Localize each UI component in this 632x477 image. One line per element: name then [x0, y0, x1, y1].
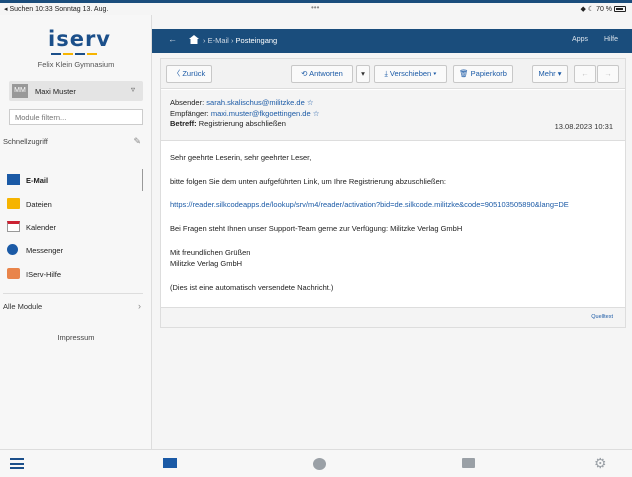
- menu-icon[interactable]: [10, 458, 24, 469]
- battery-icon: [614, 6, 626, 12]
- impressum-link[interactable]: Impressum: [0, 333, 152, 342]
- status-left[interactable]: ◂ Suchen 10:33 Sonntag 13. Aug.: [4, 5, 108, 13]
- mail-icon: [7, 174, 20, 185]
- recipient-link[interactable]: maxi.muster@fkgoettingen.de: [211, 109, 311, 118]
- move-button[interactable]: ⤓ Verschieben ▾: [374, 65, 447, 83]
- activation-link[interactable]: https://reader.silkcodeapps.de/lookup/sr…: [170, 200, 569, 209]
- sidebar-item-messenger[interactable]: Messenger: [0, 239, 152, 261]
- sidebar-item-help[interactable]: IServ-Hilfe: [0, 263, 152, 285]
- subject-text: Registrierung abschließen: [198, 119, 286, 128]
- avatar: MM: [12, 84, 28, 98]
- reply-options-button[interactable]: ▾: [356, 65, 370, 83]
- trash-button[interactable]: 🗑 Papierkorb: [453, 65, 513, 83]
- settings-gear-icon[interactable]: ⚙: [594, 455, 607, 472]
- breadcrumb-inbox[interactable]: Posteingang: [236, 36, 278, 45]
- source-link[interactable]: Quelltext: [591, 314, 613, 320]
- all-modules-label: Alle Module: [3, 302, 43, 311]
- home-icon[interactable]: [189, 35, 199, 44]
- instruction-text: bitte folgen Sie dem unten aufgeführten …: [170, 177, 446, 186]
- sender-link[interactable]: sarah.skalischus@militzke.de: [206, 98, 304, 107]
- folder-icon: [7, 198, 20, 209]
- files-tab-icon[interactable]: [462, 458, 475, 468]
- apps-link[interactable]: Apps: [572, 36, 588, 43]
- sidebar-item-label: Kalender: [26, 223, 57, 232]
- iserv-logo[interactable]: iserv: [48, 27, 111, 51]
- recipient-row: Empfänger: maxi.muster@fkgoettingen.de ☆: [170, 109, 319, 118]
- subject-label: Betreff:: [170, 119, 197, 128]
- messenger-icon: [7, 244, 18, 255]
- bottom-tab-bar: ⚙: [0, 449, 632, 477]
- subject-row: Betreff: Registrierung abschließen: [170, 119, 286, 128]
- sidebar-item-email[interactable]: E-Mail: [0, 169, 152, 191]
- star-icon[interactable]: ☆: [307, 98, 314, 107]
- back-arrow-icon[interactable]: ←: [168, 34, 177, 44]
- support-text: Bei Fragen steht Ihnen unser Support-Tea…: [170, 224, 463, 233]
- mail-panel: 〈 Zurück ⟲ Antworten ▾ ⤓ Verschieben ▾ 🗑…: [160, 58, 626, 328]
- mail-date: 13.08.2023 10:31: [554, 122, 613, 131]
- signature-text: Militzke Verlag GmbH: [170, 259, 243, 268]
- sidebar-item-calendar[interactable]: Kalender: [0, 216, 152, 238]
- previous-mail-button[interactable]: ←: [574, 65, 596, 83]
- sidebar-item-label: Messenger: [26, 246, 64, 255]
- sidebar-item-files[interactable]: Dateien: [0, 193, 152, 215]
- mail-header: Absender: sarah.skalischus@militzke.de ☆…: [161, 90, 625, 141]
- user-menu[interactable]: MM Maxi Muster ▿: [9, 81, 143, 101]
- help-link[interactable]: Hilfe: [604, 36, 618, 43]
- breadcrumb-email[interactable]: E-Mail: [208, 36, 229, 45]
- sidebar: iserv Felix Klein Gymnasium MM Maxi Must…: [0, 15, 152, 449]
- sender-row: Absender: sarah.skalischus@militzke.de ☆: [170, 98, 314, 107]
- star-icon[interactable]: ☆: [313, 109, 320, 118]
- status-right: ◆ ☾ 70 %: [581, 5, 626, 13]
- mail-tab-icon[interactable]: [163, 458, 177, 468]
- back-button[interactable]: 〈 Zurück: [166, 65, 212, 83]
- school-name: Felix Klein Gymnasium: [37, 60, 115, 69]
- sidebar-divider: [3, 293, 143, 294]
- multitask-dots[interactable]: •••: [311, 3, 319, 12]
- recipient-label: Empfänger:: [170, 109, 209, 118]
- calendar-icon: [7, 221, 20, 232]
- chevron-down-icon: ▿: [130, 85, 135, 94]
- quick-access-header: Schnellzugriff ✎: [3, 136, 143, 147]
- all-modules-link[interactable]: Alle Module ›: [3, 301, 143, 311]
- messenger-tab-icon[interactable]: [313, 458, 326, 470]
- status-bar: ◂ Suchen 10:33 Sonntag 13. Aug. ••• ◆ ☾ …: [0, 3, 632, 15]
- sidebar-item-label: IServ-Hilfe: [26, 270, 62, 279]
- more-button[interactable]: Mehr ▾: [532, 65, 568, 83]
- breadcrumb: › E-Mail › Posteingang: [203, 36, 278, 45]
- main-header: ← › E-Mail › Posteingang Apps Hilfe: [152, 29, 632, 53]
- username: Maxi Muster: [35, 87, 76, 96]
- closing-text: Mit freundlichen Grüßen: [170, 248, 251, 257]
- greeting-text: Sehr geehrte Leserin, sehr geehrter Lese…: [170, 153, 312, 162]
- next-mail-button[interactable]: →: [597, 65, 619, 83]
- sidebar-item-label: E-Mail: [26, 176, 49, 185]
- sidebar-item-label: Dateien: [26, 200, 52, 209]
- help-icon: [7, 268, 20, 279]
- auto-note-text: (Dies ist eine automatisch versendete Na…: [170, 283, 334, 292]
- module-filter-input[interactable]: [9, 109, 143, 125]
- quick-access-label: Schnellzugriff: [3, 137, 48, 146]
- sender-label: Absender:: [170, 98, 205, 107]
- mail-toolbar: 〈 Zurück ⟲ Antworten ▾ ⤓ Verschieben ▾ 🗑…: [161, 59, 625, 89]
- chevron-right-icon: ›: [138, 301, 141, 311]
- edit-icon[interactable]: ✎: [133, 136, 141, 147]
- logo-dots: [51, 53, 97, 56]
- mail-footer: Quelltext: [161, 307, 625, 327]
- status-indicators: ◆ ☾ 70 %: [580, 6, 613, 13]
- reply-button[interactable]: ⟲ Antworten: [291, 65, 353, 83]
